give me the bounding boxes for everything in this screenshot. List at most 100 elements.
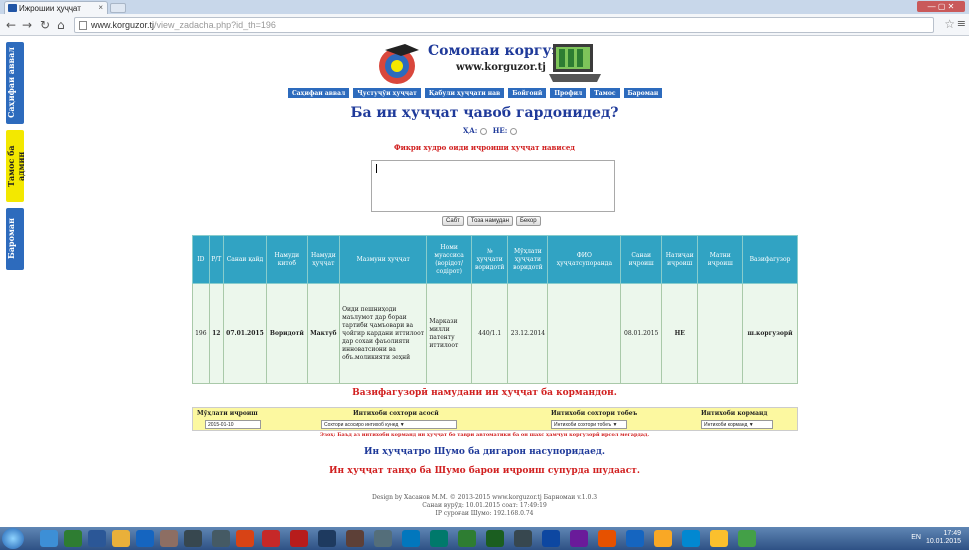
photoshop-icon[interactable] [542,530,560,547]
nav-search[interactable]: Ҷустуҷӯи ҳуҷҷат [353,88,421,98]
app-icon-7[interactable] [402,530,420,547]
nav-logout[interactable]: Бароман [623,88,663,98]
col-exec-date: Санаи иҷроиш [620,235,662,284]
cell-assigner-link[interactable]: ш.коргузорӣ [742,283,798,384]
side-tab-logout[interactable]: Бароман [6,208,24,270]
sub-unit-select[interactable]: Интихоби сохтори тобеъ ▼ [551,420,627,429]
reload-icon[interactable]: ↻ [40,18,50,32]
forward-icon[interactable]: → [22,18,32,32]
url-input[interactable]: www.korguzor.tj/view_zadacha.php?id_th=1… [74,17,934,33]
assign-heading: Вазифагузорӣ намудани ин ҳуҷҷат ба корма… [352,388,617,398]
employee-select[interactable]: Интихоби корманд ▼ [701,420,773,429]
app-icon-13[interactable] [654,530,672,547]
yes-radio[interactable] [480,127,488,135]
form-buttons: Сабт Тоза намудан Бекор [442,216,541,226]
clear-button[interactable]: Тоза намудан [466,216,513,226]
app-icon-2[interactable] [184,530,202,547]
nav-contact[interactable]: Тамос [590,88,620,98]
cell-result: НЕ [660,283,699,384]
page: Ижрошии ҳуҷҷат × — ▢ ✕ ← → ↻ ⌂ www.korgu… [0,0,969,550]
language-indicator[interactable]: EN [911,534,921,541]
col-submitter: ФИО ҳуҷҷатсупоранда [547,235,622,284]
cell-doctype: Мактуб [306,283,341,384]
comment-textarea[interactable] [371,160,615,212]
app-icon-1[interactable] [160,530,178,547]
main-unit-label: Интихоби сохтори асосӣ [353,410,439,417]
ie-icon[interactable] [136,530,154,547]
table-row[interactable]: 196 12 07.01.2015 Воридотӣ Мактуб Оиди п… [192,283,798,384]
app-icon-14[interactable] [682,530,700,547]
back-icon[interactable]: ← [6,18,16,32]
cancel-button[interactable]: Бекор [515,216,541,226]
only-you-message: Ин ҳуҷҷат танҳо ба Шумо барои иҷроиш суп… [329,466,640,476]
app-icon-15[interactable] [710,530,728,547]
window-controls[interactable]: — ▢ ✕ [917,1,965,12]
app-icon-5[interactable] [346,530,364,547]
nav-home[interactable]: Саҳифаи аввал [288,88,350,98]
browser-menu-icon[interactable]: ≡ [957,17,966,30]
cell-exec-text [697,283,744,384]
app-icon-3[interactable] [212,530,230,547]
save-button[interactable]: Сабт [442,216,464,226]
col-doctype: Намуди ҳуҷҷат [306,235,341,284]
chrome-icon[interactable] [112,530,130,547]
filezilla-icon-2[interactable] [290,530,308,547]
no-label: НЕ: [492,126,508,135]
computer-image [549,44,601,82]
clock-time: 17:49 [943,530,961,537]
col-id: ID [192,235,210,284]
deadline-label: Мӯҳлати иҷроиш [197,410,258,417]
table-header-row: ID P/T Санаи қайд Намуди китоб Намуди ҳу… [192,235,798,284]
cell-number: 440/1.1 [470,283,509,384]
nav-new-document[interactable]: Қабули ҳуҷҷати нав [424,88,505,98]
employee-label: Интихоби корманд [701,410,768,417]
app-icon-9[interactable] [486,530,504,547]
firefox-icon[interactable] [598,530,616,547]
footer: Design by Хасанов М.М. © 2013-2015 www.k… [0,494,969,518]
col-deadline: Мӯҳлати ҳуҷҷати воридотӣ [507,235,549,284]
text-cursor [376,164,377,173]
nav-archive[interactable]: Бойгонӣ [508,88,547,98]
col-book: Намуди китоб [266,235,308,284]
cell-submitter [547,283,622,384]
explorer-icon[interactable] [40,530,58,547]
cell-pt: 12 [208,283,224,384]
side-tab-contact-admin[interactable]: Тамос ба админ [6,130,26,202]
app-icon-12[interactable] [626,530,644,547]
deadline-input[interactable]: 2015-01-10 [205,420,261,429]
main-unit-select[interactable]: Сохтори асосиро интихоб кунед ▼ [321,420,457,429]
taskbar: EN 17:49 10.01.2015 [0,527,969,550]
clock[interactable]: 17:49 10.01.2015 [926,530,961,546]
new-tab-button[interactable] [110,3,126,13]
bookmark-star-icon[interactable]: ☆ [944,17,955,31]
home-icon[interactable]: ⌂ [57,18,65,32]
app-icon-11[interactable] [570,530,588,547]
app-icon-16[interactable] [738,530,756,547]
app-icon-4[interactable] [318,530,336,547]
nav-profile[interactable]: Профил [550,88,587,98]
assign-filters: Мӯҳлати иҷроиш 2015-01-10 Интихоби сохто… [192,407,798,431]
app-icon-10[interactable] [514,530,532,547]
word-icon[interactable] [88,530,106,547]
sub-unit-label: Интихоби сохтори тобеъ [551,410,638,417]
site-url: www.korguzor.tj [456,62,546,73]
app-icon-6[interactable] [374,530,392,547]
footer-design: Design by Хасанов М.М. © 2013-2015 www.k… [371,494,598,501]
col-number: № ҳуҷҷати воридотӣ [470,235,509,284]
filezilla-icon[interactable] [262,530,280,547]
app-icon-8[interactable] [430,530,448,547]
excel-icon[interactable] [64,530,82,547]
favicon-icon [8,4,17,12]
dreamweaver-icon[interactable] [458,530,476,547]
start-button[interactable] [2,528,24,549]
paint-icon[interactable] [236,530,254,547]
document-table: ID P/T Санаи қайд Намуди китоб Намуди ҳу… [192,235,798,384]
cell-deadline: 23.12.2014 [507,283,549,384]
col-org: Номи муассиса (ворідот/ содірот) [426,235,472,284]
clock-date: 10.01.2015 [925,538,961,545]
no-radio[interactable] [510,127,518,135]
cell-id: 196 [192,283,210,384]
browser-tab[interactable]: Ижрошии ҳуҷҷат × [4,1,108,14]
tab-close-icon[interactable]: × [98,3,103,12]
tab-title: Ижрошии ҳуҷҷат [19,4,81,13]
